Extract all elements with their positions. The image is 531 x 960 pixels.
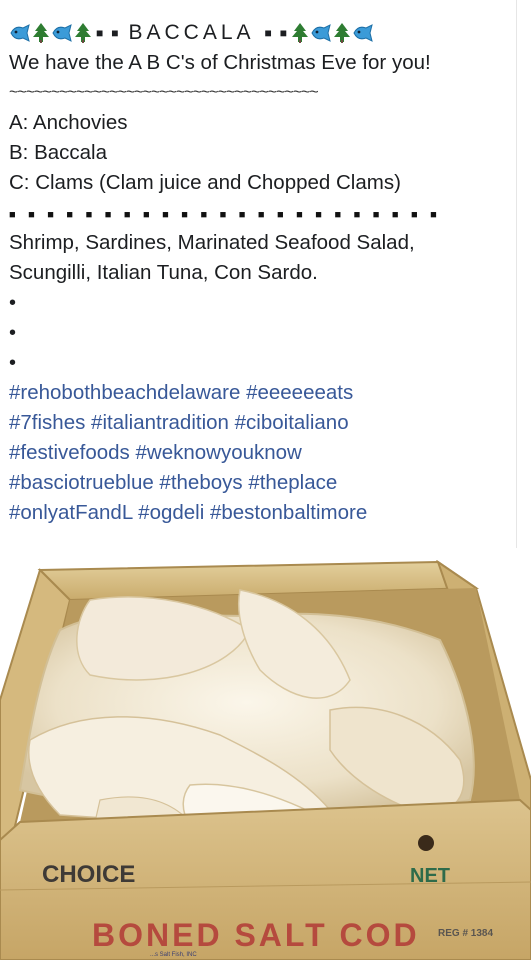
- christmas-tree-icon: [291, 22, 309, 44]
- bullet-point: •: [9, 292, 17, 314]
- bullet-point: •: [9, 352, 17, 374]
- more-seafood-line: Shrimp, Sardines, Marinated Seafood Sala…: [9, 231, 415, 254]
- list-item-c: C: Clams (Clam juice and Chopped Clams): [9, 171, 401, 194]
- more-seafood-line: Scungilli, Italian Tuna, Con Sardo.: [9, 261, 318, 284]
- crate-label-boned-salt-cod: BONED SALT COD: [92, 917, 420, 953]
- crate-illustration: CHOICE NET BONED SALT COD REG # 1384 ...…: [0, 560, 531, 960]
- hashtag-line[interactable]: #festivefoods #weknowyouknow: [9, 438, 524, 468]
- fish-emoji-icon: [9, 22, 31, 42]
- emoji-group-right: [291, 22, 374, 44]
- fish-emoji-icon: [51, 22, 73, 42]
- hashtag-line[interactable]: #7fishes #italiantradition #ciboitaliano: [9, 408, 524, 438]
- square-bullet-icon: ■: [264, 26, 272, 40]
- square-bullet-icon: ■: [279, 26, 288, 40]
- post-header-line: ■ ■ BACCALA ■ ■: [9, 18, 524, 48]
- hashtag-line[interactable]: #basciotrueblue #theboys #theplace: [9, 468, 524, 498]
- post-body: ■ ■ BACCALA ■ ■ We have the A B C's of C…: [9, 18, 524, 528]
- post-title: BACCALA: [128, 21, 255, 44]
- square-dot-divider: ■■■■■■■■■■■■■■■■■■■■■■■: [9, 209, 450, 221]
- christmas-tree-icon: [333, 22, 351, 44]
- crate-label-tiny: ...s Salt Fish, INC: [150, 952, 197, 958]
- crate-label-net: NET: [410, 865, 450, 887]
- bullet-point: •: [9, 322, 17, 344]
- list-item-b: B: Baccala: [9, 141, 107, 164]
- hashtag-line[interactable]: #onlyatFandL #ogdeli #bestonbaltimore: [9, 498, 524, 528]
- emoji-group-left: [9, 22, 92, 44]
- list-item-a: A: Anchovies: [9, 111, 128, 134]
- christmas-tree-icon: [32, 22, 50, 44]
- crate-label-choice: CHOICE: [42, 861, 135, 888]
- square-bullet-icon: ■: [96, 26, 104, 40]
- christmas-tree-icon: [74, 22, 92, 44]
- salt-cod-crate-photo[interactable]: CHOICE NET BONED SALT COD REG # 1384 ...…: [0, 560, 531, 960]
- square-bullet-icon: ■: [111, 26, 119, 40]
- hashtag-line[interactable]: #rehobothbeachdelaware #eeeeeeats: [9, 378, 524, 408]
- fish-emoji-icon: [352, 22, 374, 42]
- crate-label-reg: REG # 1384: [438, 928, 493, 939]
- fish-emoji-icon: [310, 22, 332, 42]
- intro-line: We have the A B C's of Christmas Eve for…: [9, 51, 431, 74]
- tilde-divider: ~~~~~~~~~~~~~~~~~~~~~~~~~~~~~~~~~~~~~: [9, 84, 319, 101]
